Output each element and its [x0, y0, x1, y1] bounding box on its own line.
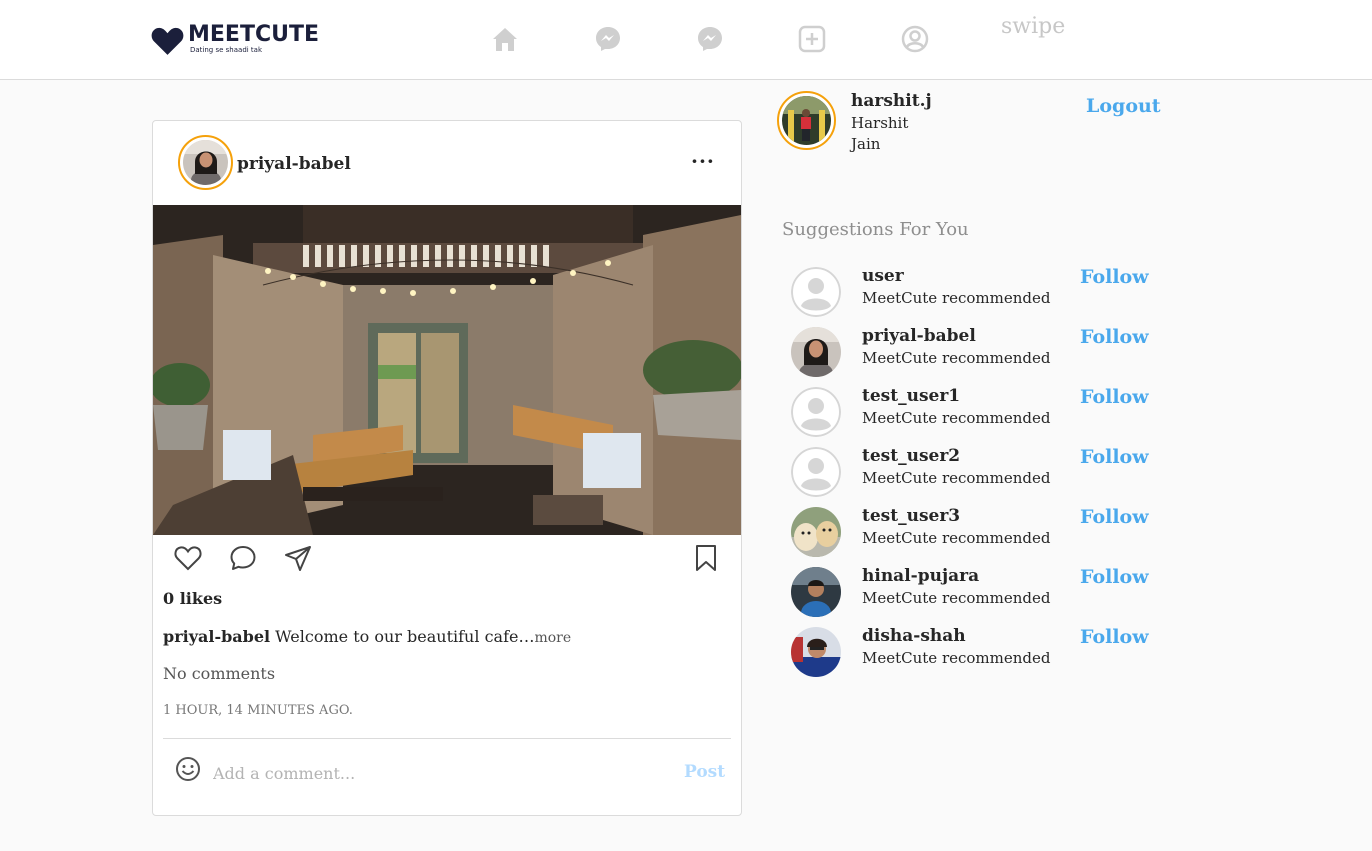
top-navigation-bar: MEETCUTE Dating se shaadi tak swipe [0, 0, 1372, 80]
caption-more-link[interactable]: more [534, 630, 571, 646]
heart-icon [151, 27, 184, 55]
follow-button[interactable]: Follow [1080, 326, 1149, 348]
post-image[interactable] [153, 205, 741, 535]
follow-button[interactable]: Follow [1080, 566, 1149, 588]
like-heart-icon[interactable] [173, 543, 203, 573]
suggestion-subtitle: MeetCute recommended [862, 409, 1051, 427]
comment-input[interactable] [211, 759, 615, 787]
share-icon[interactable] [283, 543, 313, 573]
suggestions-title: Suggestions For You [782, 219, 969, 240]
suggestion-subtitle: MeetCute recommended [862, 289, 1051, 307]
post-username[interactable]: priyal-babel [237, 154, 351, 174]
suggestion-username[interactable]: hinal-pujara [862, 566, 979, 586]
add-post-icon[interactable] [796, 23, 828, 55]
divider [163, 738, 731, 739]
avatar[interactable] [178, 135, 233, 190]
suggestion-subtitle: MeetCute recommended [862, 529, 1051, 547]
messenger-icon[interactable] [592, 23, 624, 55]
brand-tagline: Dating se shaadi tak [190, 46, 263, 54]
suggestion-item: priyal-babel MeetCute recommended Follow [790, 325, 1170, 379]
bookmark-icon[interactable] [691, 543, 721, 573]
avatar-photo [782, 96, 831, 145]
default-avatar-icon[interactable] [791, 447, 841, 497]
messenger-icon[interactable] [694, 23, 726, 55]
comments-status: No comments [163, 664, 276, 683]
follow-button[interactable]: Follow [1080, 626, 1149, 648]
current-user-first-name: Harshit [851, 114, 909, 132]
profile-icon[interactable] [899, 23, 931, 55]
more-options-icon[interactable]: ··· [691, 149, 715, 173]
suggestion-item: user MeetCute recommended Follow [790, 265, 1170, 319]
suggestion-subtitle: MeetCute recommended [862, 649, 1051, 667]
suggestion-item: disha-shah MeetCute recommended Follow [790, 625, 1170, 679]
suggestion-subtitle: MeetCute recommended [862, 469, 1051, 487]
avatar-photo[interactable] [791, 507, 841, 557]
logout-button[interactable]: Logout [1086, 95, 1161, 117]
brand-name: MEETCUTE [188, 22, 320, 47]
likes-count: 0 likes [163, 589, 223, 608]
caption-text: Welcome to our beautiful cafe… [270, 627, 535, 646]
follow-button[interactable]: Follow [1080, 446, 1149, 468]
post-timestamp: 1 HOUR, 14 MINUTES AGO. [163, 703, 353, 718]
current-user-last-name: Jain [851, 135, 881, 153]
suggestion-username[interactable]: user [862, 266, 904, 286]
suggestion-item: test_user3 MeetCute recommended Follow [790, 505, 1170, 559]
suggestion-username[interactable]: test_user2 [862, 446, 960, 466]
suggestion-username[interactable]: test_user3 [862, 506, 960, 526]
suggestion-username[interactable]: priyal-babel [862, 326, 976, 346]
follow-button[interactable]: Follow [1080, 266, 1149, 288]
post-comment-button[interactable]: Post [684, 762, 725, 782]
home-icon[interactable] [489, 23, 521, 55]
follow-button[interactable]: Follow [1080, 386, 1149, 408]
default-avatar-icon[interactable] [791, 267, 841, 317]
post-caption: priyal-babel Welcome to our beautiful ca… [163, 627, 571, 646]
meetcute-logo[interactable]: MEETCUTE Dating se shaadi tak [151, 22, 331, 58]
default-avatar-icon[interactable] [791, 387, 841, 437]
follow-button[interactable]: Follow [1080, 506, 1149, 528]
current-username[interactable]: harshit.j [851, 91, 932, 111]
suggestion-subtitle: MeetCute recommended [862, 589, 1051, 607]
current-user-avatar[interactable] [777, 91, 836, 150]
caption-username[interactable]: priyal-babel [163, 627, 270, 646]
suggestion-username[interactable]: test_user1 [862, 386, 960, 406]
post-card: priyal-babel ··· 0 likes priyal-babel We… [152, 120, 742, 816]
suggestion-username[interactable]: disha-shah [862, 626, 966, 646]
suggestion-subtitle: MeetCute recommended [862, 349, 1051, 367]
swipe-link[interactable]: swipe [1001, 14, 1065, 39]
emoji-icon[interactable] [173, 754, 203, 784]
comment-icon[interactable] [228, 543, 258, 573]
avatar-photo[interactable] [791, 627, 841, 677]
avatar-photo [183, 140, 228, 185]
suggestion-item: test_user1 MeetCute recommended Follow [790, 385, 1170, 439]
suggestion-item: test_user2 MeetCute recommended Follow [790, 445, 1170, 499]
avatar-photo[interactable] [791, 327, 841, 377]
suggestion-item: hinal-pujara MeetCute recommended Follow [790, 565, 1170, 619]
avatar-photo[interactable] [791, 567, 841, 617]
